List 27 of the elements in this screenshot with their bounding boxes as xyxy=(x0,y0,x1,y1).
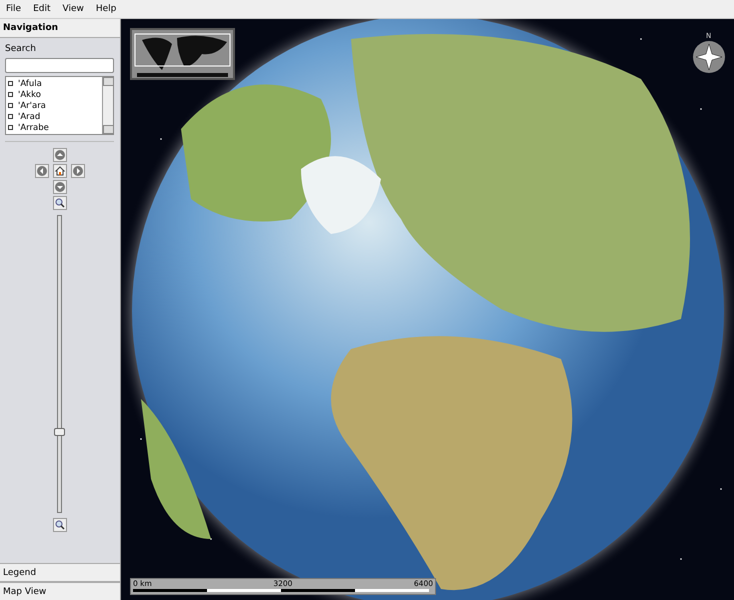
menu-item[interactable]: View xyxy=(58,4,88,14)
slider-thumb[interactable] xyxy=(54,428,65,436)
move-right-button[interactable] xyxy=(70,164,84,178)
zoom-in-button[interactable] xyxy=(52,196,66,210)
place-item[interactable]: 'Akko xyxy=(8,89,100,100)
search-label: Search xyxy=(5,44,37,54)
panel-tab[interactable]: Map View xyxy=(0,582,120,600)
move-left-button[interactable] xyxy=(34,164,48,178)
menu-item[interactable]: Help xyxy=(92,4,120,14)
place-item[interactable]: 'Arad xyxy=(8,111,100,122)
globe-drawing[interactable] xyxy=(121,19,734,600)
move-up-button[interactable] xyxy=(52,148,66,162)
place-item[interactable]: 'Afula xyxy=(8,78,100,89)
scroll-down-button[interactable] xyxy=(103,125,113,134)
move-down-button[interactable] xyxy=(52,180,66,194)
home-button[interactable] xyxy=(52,164,66,178)
panel-tab[interactable]: Navigation xyxy=(0,19,120,38)
zoom-slider[interactable] xyxy=(57,215,62,513)
place-item[interactable]: 'Ar'ara xyxy=(8,100,100,111)
search-field[interactable] xyxy=(5,58,114,73)
panel-tab[interactable]: Legend xyxy=(0,563,120,582)
zoom-out-button[interactable] xyxy=(52,518,66,532)
menu-item[interactable]: File xyxy=(2,4,26,14)
menu-item[interactable]: Edit xyxy=(29,4,54,14)
scroll-up-button[interactable] xyxy=(103,77,113,86)
place-item[interactable]: 'Arrabe xyxy=(8,122,100,133)
world-overview-map[interactable] xyxy=(130,28,235,80)
